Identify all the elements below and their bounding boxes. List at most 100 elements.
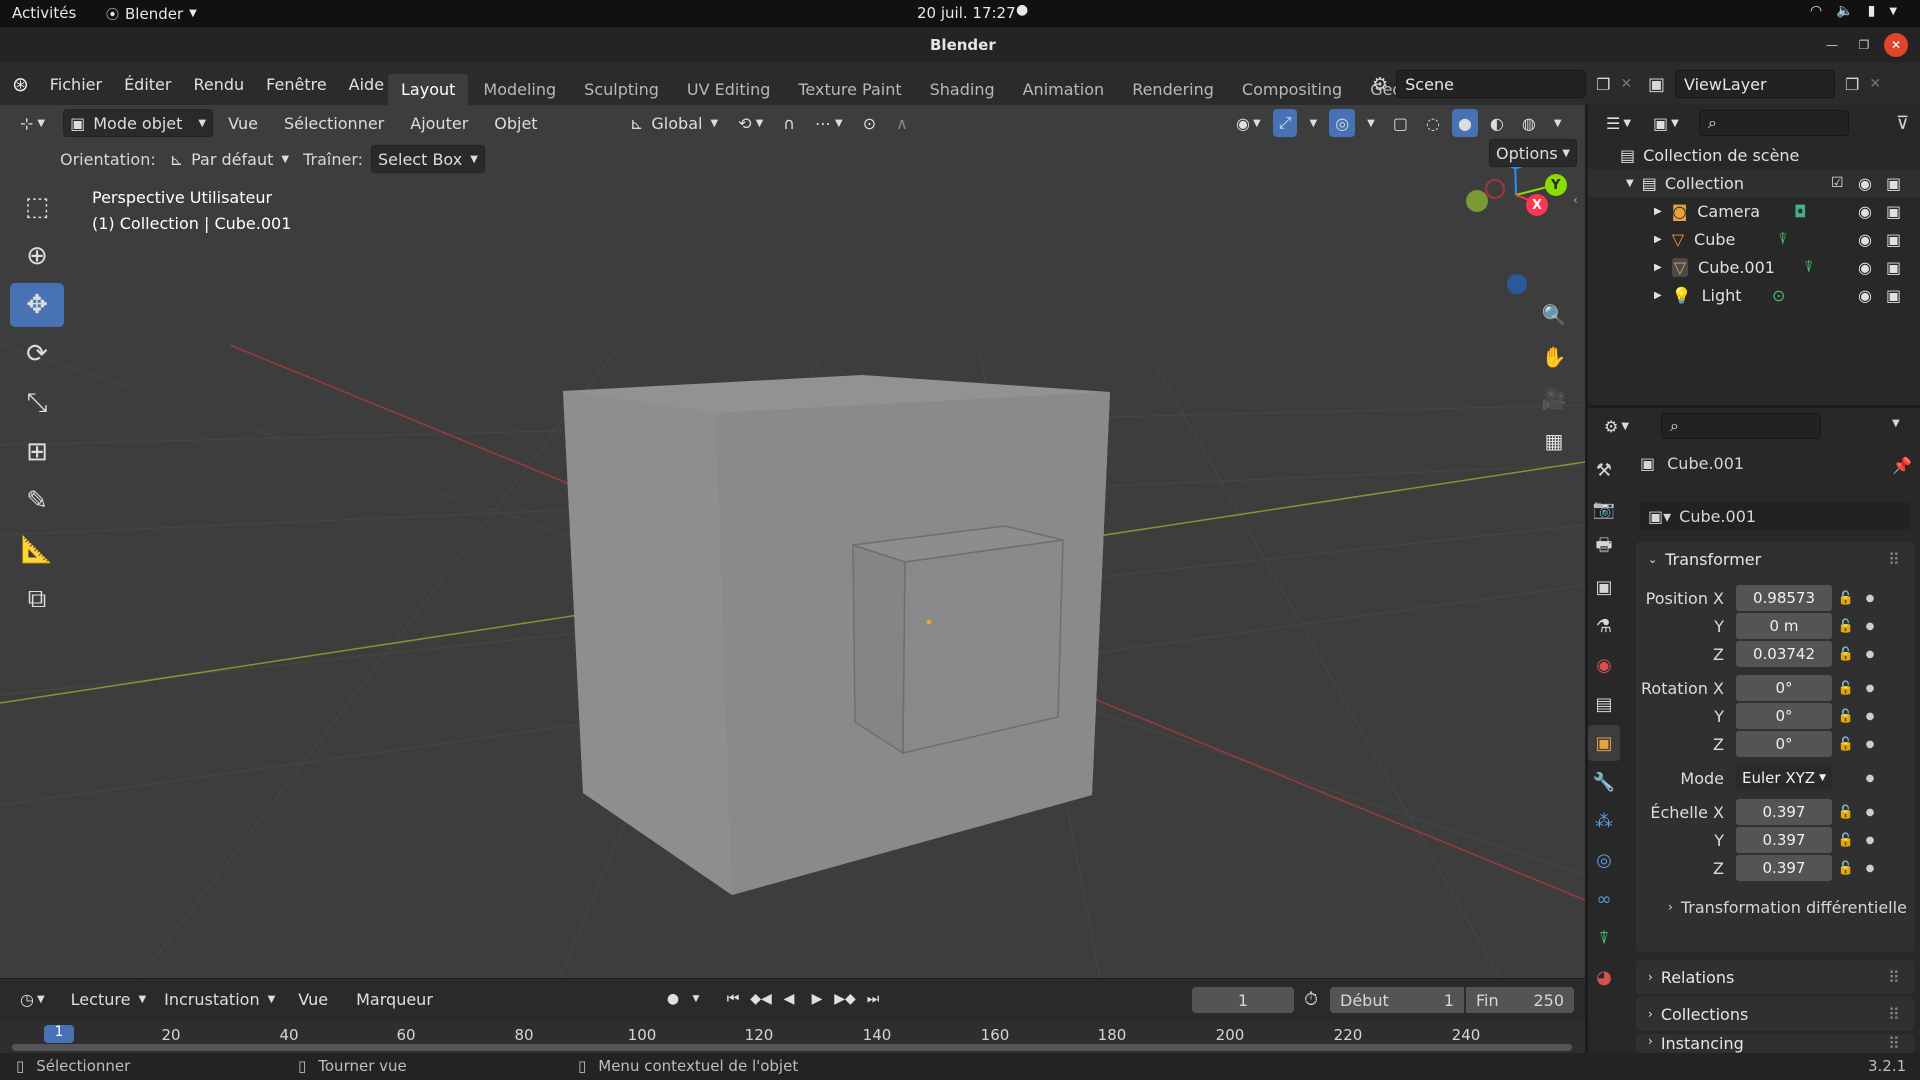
- tab-layout[interactable]: Layout: [388, 74, 469, 105]
- tab-shading[interactable]: Shading: [917, 74, 1008, 105]
- mode-dropdown[interactable]: ▣ Mode objet ▼: [63, 109, 214, 137]
- object-datablock-field[interactable]: ▣▾ Cube.001: [1640, 502, 1910, 530]
- lock-icon[interactable]: 🔓: [1832, 681, 1860, 696]
- pin-icon[interactable]: 📌: [1892, 456, 1912, 475]
- zoom-button[interactable]: 🔍: [1536, 297, 1572, 333]
- maximize-button[interactable]: ❐: [1852, 33, 1876, 57]
- sidebar-toggle-icon[interactable]: ‹: [1573, 193, 1578, 207]
- render-camera-icon[interactable]: ▣: [1886, 286, 1901, 305]
- tab-modifiers[interactable]: 🔧: [1588, 764, 1620, 800]
- measure-tool[interactable]: 📐: [10, 528, 64, 572]
- instancing-panel-header[interactable]: › Instancing ⠿: [1636, 1034, 1914, 1053]
- cube-001-mesh[interactable]: [852, 525, 1064, 755]
- menu-vue[interactable]: Vue: [287, 990, 339, 1009]
- editor-type-button[interactable]: ⊹ ▼: [14, 109, 51, 137]
- tab-texture-paint[interactable]: Texture Paint: [785, 74, 914, 105]
- rotation-x-field[interactable]: 0°: [1736, 675, 1832, 701]
- outliner-item-light[interactable]: ▶ 💡 Light ⊙ ◉ ▣: [1588, 281, 1920, 309]
- menu-selectionner[interactable]: Sélectionner: [273, 114, 395, 133]
- menu-rendu[interactable]: Rendu: [182, 75, 255, 94]
- expand-arrow-icon[interactable]: ▶: [1654, 290, 1662, 301]
- drag-handle-icon[interactable]: ⠿: [1888, 968, 1900, 987]
- scale-z-field[interactable]: 0.397: [1736, 855, 1832, 881]
- keyframe-dot-icon[interactable]: ●: [1860, 593, 1880, 604]
- delete-view-layer-icon[interactable]: ✕: [1869, 76, 1881, 92]
- annotate-tool[interactable]: ✎: [10, 479, 64, 523]
- outliner-item-cube[interactable]: ▶ ▽ Cube ⍒ ◉ ▣: [1588, 225, 1920, 253]
- menu-incrustation[interactable]: Incrustation ▼: [158, 985, 281, 1013]
- render-camera-icon[interactable]: ▣: [1886, 202, 1901, 221]
- select-box-tool[interactable]: ⬚: [10, 185, 64, 229]
- wireframe-shading-button[interactable]: ◌: [1420, 109, 1446, 137]
- stopwatch-icon[interactable]: ⏱: [1304, 989, 1318, 1010]
- lock-icon[interactable]: 🔓: [1832, 619, 1860, 634]
- camera-view-button[interactable]: 🎥: [1536, 381, 1572, 417]
- outliner-item-camera[interactable]: ▶ ◙ Camera ◘ ◉ ▣: [1588, 197, 1920, 225]
- timeline-scrollbar[interactable]: [12, 1044, 1572, 1051]
- play-button[interactable]: ▶: [804, 985, 830, 1013]
- delta-transform-subpanel[interactable]: › Transformation différentielle: [1636, 890, 1907, 924]
- lock-icon[interactable]: 🔓: [1832, 709, 1860, 724]
- properties-editor-type-button[interactable]: ⚙ ▼: [1598, 412, 1635, 440]
- expand-arrow-icon[interactable]: ▶: [1654, 262, 1662, 273]
- scale-y-field[interactable]: 0.397: [1736, 827, 1832, 853]
- exclude-checkbox[interactable]: ☑: [1831, 175, 1844, 191]
- play-reverse-button[interactable]: ◀: [776, 985, 802, 1013]
- tab-constraints[interactable]: ∞: [1588, 881, 1620, 917]
- keyframe-dot-icon[interactable]: ●: [1860, 807, 1880, 818]
- orientation-dropdown[interactable]: ⊾ Par défaut ▼: [164, 145, 295, 173]
- keying-dropdown[interactable]: ▼: [688, 985, 704, 1013]
- lock-icon[interactable]: 🔓: [1832, 833, 1860, 848]
- scale-x-field[interactable]: 0.397: [1736, 799, 1832, 825]
- tab-render[interactable]: 📷: [1588, 491, 1620, 527]
- system-tray[interactable]: ◠ 🔈 ▮ ▼: [1810, 3, 1897, 19]
- overlays-dropdown[interactable]: ▼: [1361, 109, 1381, 137]
- view-layer-icon[interactable]: ▣: [1648, 74, 1665, 95]
- material-shading-button[interactable]: ◐: [1484, 109, 1510, 137]
- outliner-editor-type-button[interactable]: ☰ ▼: [1600, 109, 1637, 137]
- keyframe-dot-icon[interactable]: ●: [1860, 773, 1880, 784]
- delete-scene-icon[interactable]: ✕: [1620, 76, 1632, 92]
- close-button[interactable]: ✕: [1884, 33, 1908, 57]
- shading-dropdown[interactable]: ▼: [1548, 109, 1568, 137]
- transform-tool[interactable]: ⊞: [10, 430, 64, 474]
- outliner-item-cube-001[interactable]: ▶ ▽ Cube.001 ⍒ ◉ ▣: [1588, 253, 1920, 281]
- scale-tool[interactable]: ⤡: [10, 381, 64, 425]
- menu-lecture[interactable]: Lecture ▼: [65, 985, 152, 1013]
- menu-vue[interactable]: Vue: [217, 114, 269, 133]
- rotation-y-field[interactable]: 0°: [1736, 703, 1832, 729]
- gizmo-dropdown[interactable]: ▼: [1303, 109, 1323, 137]
- gizmo-toggle[interactable]: ⤢: [1272, 109, 1298, 137]
- collection-row[interactable]: ▼ ▤ Collection ☑ ◉ ▣: [1588, 169, 1920, 197]
- keyframe-dot-icon[interactable]: ●: [1860, 863, 1880, 874]
- transform-orientation-dropdown[interactable]: ⊾ Global ▼: [624, 109, 724, 137]
- tab-tool[interactable]: ⚒: [1588, 452, 1620, 488]
- tab-world[interactable]: ◉: [1588, 647, 1620, 683]
- expand-arrow-icon[interactable]: ▶: [1654, 234, 1662, 245]
- menu-aide[interactable]: Aide: [338, 75, 395, 94]
- overlays-toggle[interactable]: ◎: [1329, 109, 1356, 137]
- lock-icon[interactable]: 🔓: [1832, 647, 1860, 662]
- scene-collection-row[interactable]: ▤ Collection de scène: [1588, 141, 1920, 169]
- lock-icon[interactable]: 🔓: [1832, 805, 1860, 820]
- next-keyframe-button[interactable]: ▶◆: [832, 985, 858, 1013]
- activities-button[interactable]: Activités: [12, 4, 76, 22]
- drag-handle-icon[interactable]: ⠿: [1888, 1005, 1900, 1024]
- location-y-field[interactable]: 0 m: [1736, 613, 1832, 639]
- location-x-field[interactable]: 0.98573: [1736, 585, 1832, 611]
- tab-rendering[interactable]: Rendering: [1119, 74, 1227, 105]
- frame-end-field[interactable]: Fin 250: [1466, 987, 1574, 1013]
- location-z-field[interactable]: 0.03742: [1736, 641, 1832, 667]
- outliner-search-input[interactable]: ⌕: [1698, 110, 1849, 136]
- perspective-toggle-button[interactable]: ▦: [1536, 423, 1572, 459]
- falloff-button[interactable]: ∧: [890, 109, 914, 137]
- properties-search-input[interactable]: ⌕: [1661, 413, 1822, 439]
- keyframe-dot-icon[interactable]: ●: [1860, 621, 1880, 632]
- scene-name-field[interactable]: Scene: [1396, 70, 1587, 98]
- view-layer-field[interactable]: ViewLayer: [1675, 70, 1836, 98]
- eye-icon[interactable]: ◉: [1858, 258, 1872, 277]
- collections-panel-header[interactable]: › Collections ⠿: [1636, 997, 1914, 1031]
- navigation-gizmo[interactable]: [1466, 147, 1567, 294]
- snap-target-button[interactable]: ⋯ ▼: [809, 109, 849, 137]
- lock-icon[interactable]: 🔓: [1832, 861, 1860, 876]
